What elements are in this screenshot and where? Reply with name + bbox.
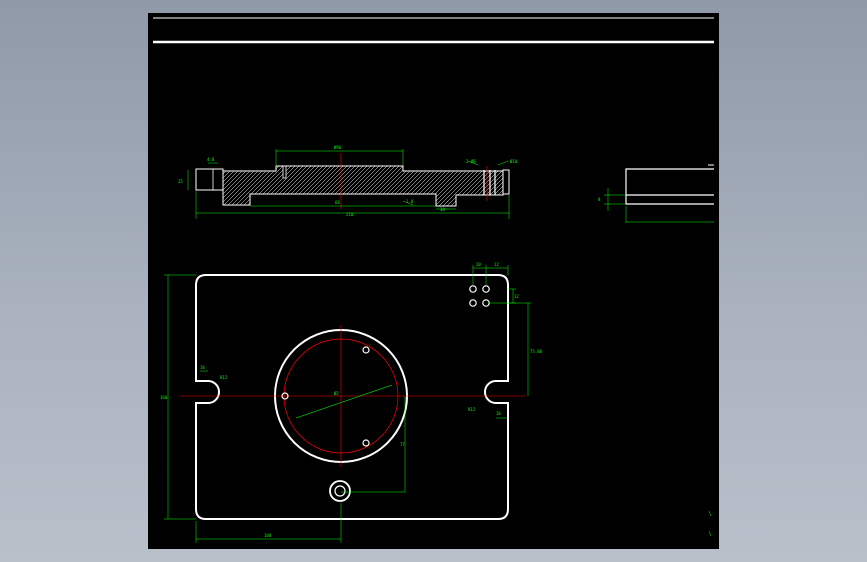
dim-slot-right-radius: R12 — [468, 407, 476, 412]
title-block-lines — [153, 17, 714, 44]
dim-bore-dia: Ø2 — [334, 391, 339, 396]
dim-slot-right-width: 16 — [496, 411, 501, 416]
section-view: Ø96 4.8 25 2-Ø8 Ø10 68 1.8 30 210 — [178, 145, 518, 219]
plate-outline — [195, 274, 509, 520]
dim-overall-height: 160 — [160, 395, 168, 400]
bolt-hole — [362, 439, 370, 447]
side-view: 8 — [598, 164, 714, 223]
section-left-lip — [195, 168, 224, 191]
dim-slot-left-radius: R12 — [220, 375, 228, 380]
dim-right-callout-a: 2-Ø8 — [466, 159, 476, 164]
dim-bottom-width: 100 — [264, 533, 272, 538]
bottom-hole-inner — [334, 485, 346, 497]
section-hatch — [222, 165, 504, 207]
dim-slot-left-width: 16 — [200, 365, 205, 370]
dim-thickness: 8 — [598, 197, 601, 202]
section-right-lip — [502, 169, 510, 195]
bolt-hole — [362, 346, 370, 354]
dim-bottom-hole-offset: 77 — [400, 442, 405, 447]
dim-right-step: 30 — [440, 207, 445, 212]
dim-hole-offset-top: 12 — [494, 262, 499, 267]
dim-left-small: 4.8 — [207, 157, 215, 162]
plan-view: 20 12 12 75.88 16 R12 Ø2 R12 16 160 77 1… — [160, 262, 543, 543]
dim-vertical-to-center: 75.88 — [530, 349, 543, 354]
cad-viewport[interactable]: Ø96 4.8 25 2-Ø8 Ø10 68 1.8 30 210 8 20 1… — [148, 13, 719, 549]
corner-marks — [708, 510, 712, 537]
bottom-hole-outer — [329, 480, 351, 502]
dim-inner-width: 68 — [335, 200, 340, 205]
dim-overall-width: 210 — [346, 212, 354, 217]
dim-hole-spacing-top: 20 — [476, 262, 481, 267]
dim-right-callout-b: Ø10 — [510, 159, 518, 164]
small-hole-grid — [469, 285, 490, 307]
dim-top-width: Ø96 — [334, 145, 342, 150]
cad-drawing: Ø96 4.8 25 2-Ø8 Ø10 68 1.8 30 210 8 20 1… — [153, 17, 714, 543]
dim-hole-spacing-side: 12 — [514, 294, 519, 299]
dim-left-height: 25 — [178, 179, 183, 184]
dim-slot-width: 1.8 — [406, 199, 414, 204]
